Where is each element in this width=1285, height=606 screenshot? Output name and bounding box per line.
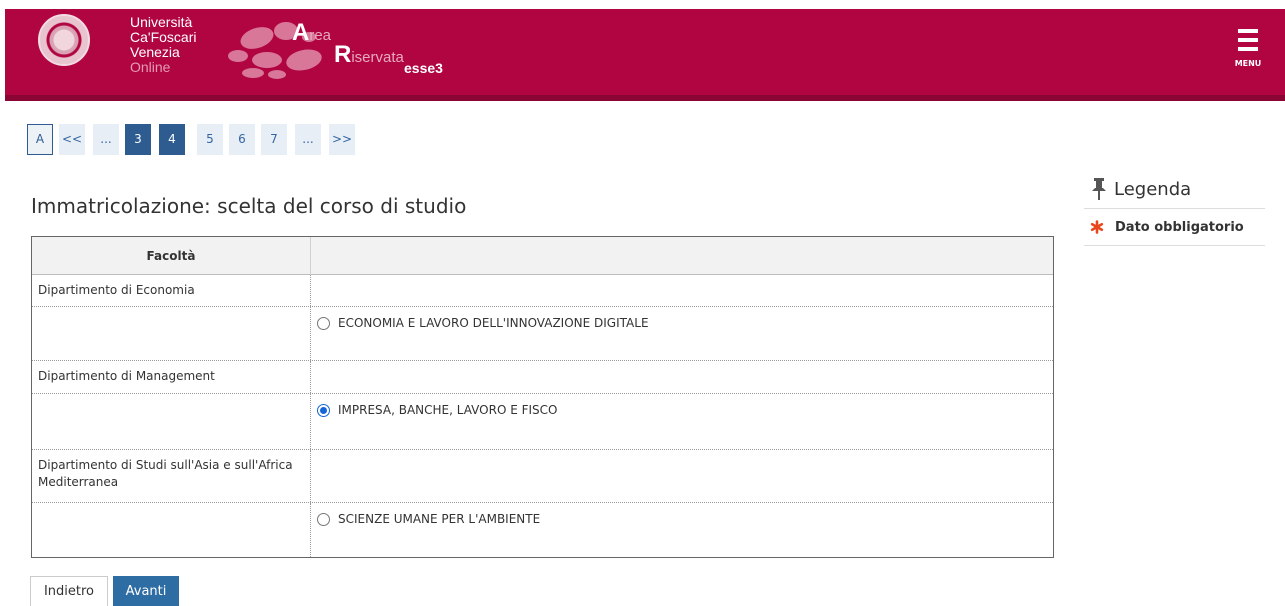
header-divider	[5, 95, 1285, 101]
table-row-department: Dipartimento di Economia	[32, 275, 1053, 307]
course-label: IMPRESA, BANCHE, LAVORO E FISCO	[338, 403, 558, 417]
table-row-course: IMPRESA, BANCHE, LAVORO E FISCO	[32, 394, 1053, 450]
course-option-impresa[interactable]: IMPRESA, BANCHE, LAVORO E FISCO	[317, 394, 557, 426]
step-ellipsis-right[interactable]: ...	[295, 124, 321, 155]
table-row-department: Dipartimento di Management	[32, 361, 1053, 394]
esse3-logo-text: esse3	[404, 60, 443, 76]
back-button[interactable]: Indietro	[30, 576, 108, 606]
radio-button-selected[interactable]	[317, 403, 330, 417]
table-header-row: Facoltà	[32, 237, 1053, 275]
hamburger-icon	[1238, 29, 1258, 33]
step-7[interactable]: 7	[261, 124, 287, 155]
step-next-group[interactable]: >>	[329, 124, 355, 155]
area-logo-rest: rea	[309, 27, 332, 44]
step-3[interactable]: 3	[125, 124, 151, 155]
department-cell: Dipartimento di Studi sull'Asia e sull'A…	[32, 450, 311, 502]
univ-name-line3: Venezia	[130, 44, 180, 60]
course-option-economia[interactable]: ECONOMIA E LAVORO DELL'INNOVAZIONE DIGIT…	[317, 307, 649, 339]
riservata-logo-initial: R	[334, 41, 352, 68]
university-name-logo[interactable]: Università Ca'Foscari Venezia Online	[130, 15, 196, 75]
hamburger-icon-line	[1238, 47, 1258, 51]
page-title: Immatricolazione: scelta del corso di st…	[31, 194, 467, 218]
area-logo-text: Area	[292, 19, 331, 47]
radio-button[interactable]	[317, 512, 330, 526]
step-6[interactable]: 6	[229, 124, 255, 155]
univ-name-line1: Università	[130, 14, 193, 30]
pin-icon	[1092, 178, 1106, 200]
step-4-current[interactable]: 4	[159, 124, 185, 155]
step-5[interactable]: 5	[197, 124, 223, 155]
legend-item-required: Dato obbligatorio	[1084, 208, 1265, 246]
department-cell: Dipartimento di Economia	[32, 275, 311, 306]
step-ellipsis-left[interactable]: ...	[93, 124, 119, 155]
university-seal-logo[interactable]	[38, 14, 90, 66]
table-row-department: Dipartimento di Studi sull'Asia e sull'A…	[32, 450, 1053, 503]
hamburger-icon-line	[1238, 38, 1258, 42]
area-logo-initial: A	[292, 19, 310, 46]
riservata-logo-rest: iservata	[351, 49, 404, 66]
menu-label: MENU	[1234, 59, 1262, 68]
empty-cell	[32, 394, 311, 449]
asterisk-icon	[1090, 220, 1104, 234]
legend-heading: Legenda	[1084, 177, 1191, 201]
next-button[interactable]: Avanti	[113, 576, 179, 606]
table-row-course: SCIENZE UMANE PER L'AMBIENTE	[32, 503, 1053, 557]
empty-cell	[32, 503, 311, 557]
step-first[interactable]: A	[27, 124, 53, 155]
menu-button[interactable]: MENU	[1230, 27, 1266, 73]
table-row-course: ECONOMIA E LAVORO DELL'INNOVAZIONE DIGIT…	[32, 307, 1053, 361]
univ-name-line2: Ca'Foscari	[130, 29, 197, 45]
course-label: SCIENZE UMANE PER L'AMBIENTE	[338, 512, 541, 526]
empty-cell	[32, 307, 311, 360]
step-previous-group[interactable]: <<	[59, 124, 85, 155]
app-header: Università Ca'Foscari Venezia Online Are…	[0, 0, 1285, 103]
legend-title: Legenda	[1114, 178, 1192, 200]
riservata-logo-text: Riservata	[334, 41, 404, 69]
table-header-course	[311, 237, 1053, 275]
department-cell: Dipartimento di Management	[32, 361, 311, 393]
table-header-facolta: Facoltà	[146, 249, 196, 263]
course-label: ECONOMIA E LAVORO DELL'INNOVAZIONE DIGIT…	[338, 316, 649, 330]
radio-button[interactable]	[317, 316, 330, 330]
course-selection-table: Facoltà Dipartimento di Economia ECONOMI…	[31, 236, 1054, 558]
legend-required-label: Dato obbligatorio	[1115, 219, 1244, 235]
header-bar	[5, 9, 1285, 95]
course-option-scienze-umane[interactable]: SCIENZE UMANE PER L'AMBIENTE	[317, 503, 540, 535]
univ-name-line4: Online	[130, 59, 171, 75]
